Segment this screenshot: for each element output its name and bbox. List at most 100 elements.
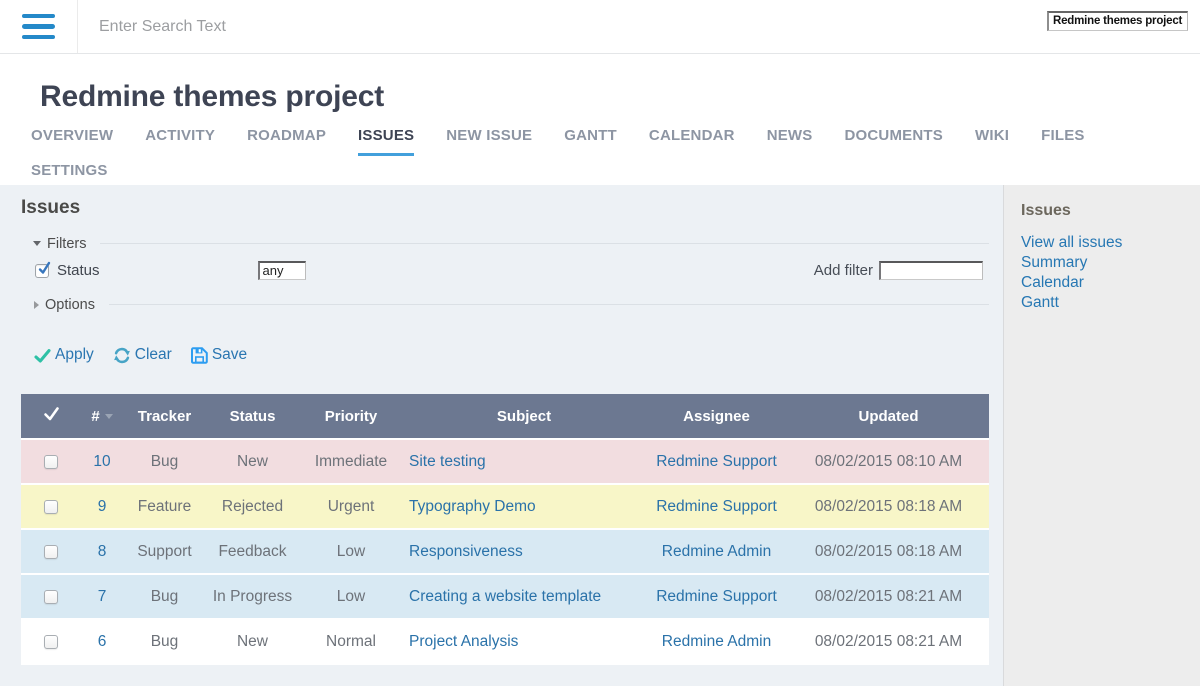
id-cell: 9 (81, 485, 123, 530)
tracker-cell: Support (123, 530, 206, 575)
tab-gantt[interactable]: GANTT (564, 121, 617, 150)
issue-row-6: 6BugNewNormalProject AnalysisRedmine Adm… (21, 620, 989, 665)
tab-activity[interactable]: ACTIVITY (145, 121, 215, 150)
sidebar-link-summary[interactable]: Summary (1021, 253, 1190, 273)
tab-documents[interactable]: DOCUMENTS (845, 121, 943, 150)
status-filter-checkbox[interactable] (35, 264, 49, 278)
subject-cell: Typography Demo (403, 485, 645, 530)
assignee-cell: Redmine Support (645, 485, 788, 530)
sidebar-title: Issues (1021, 202, 1190, 220)
updated-cell: 08/02/2015 08:21 AM (788, 575, 989, 620)
row-checkbox[interactable] (44, 500, 58, 514)
column-header-assignee[interactable]: Assignee (645, 394, 788, 440)
row-checkbox[interactable] (44, 590, 58, 604)
column-header-tracker[interactable]: Tracker (123, 394, 206, 440)
sidebar-link-view-all-issues[interactable]: View all issues (1021, 233, 1190, 253)
sidebar-link-calendar[interactable]: Calendar (1021, 273, 1190, 293)
column-header-updated[interactable]: Updated (788, 394, 989, 440)
hamburger-bar (22, 14, 55, 19)
apply-button[interactable]: Apply (34, 346, 94, 364)
sidebar-links: View all issuesSummaryCalendarGantt (1021, 233, 1190, 313)
select-all-header[interactable] (21, 394, 81, 440)
hamburger-menu-button[interactable] (0, 0, 78, 53)
issue-subject-link[interactable]: Responsiveness (409, 543, 523, 560)
project-header: Redmine themes project OVERVIEWACTIVITYR… (0, 54, 1200, 185)
project-jump-select[interactable]: Redmine themes project (1047, 11, 1188, 31)
checkbox-cell (21, 530, 81, 575)
table-header-row: # Tracker Status Priority Subject Assign… (21, 394, 989, 440)
status-cell: Feedback (206, 530, 299, 575)
check-icon (34, 347, 51, 364)
row-checkbox[interactable] (44, 455, 58, 469)
add-filter-label: Add filter (814, 262, 873, 279)
checkbox-cell (21, 575, 81, 620)
tab-calendar[interactable]: CALENDAR (649, 121, 735, 150)
collapse-triangle-icon[interactable] (33, 241, 41, 246)
hamburger-bar (22, 24, 55, 29)
status-cell: New (206, 620, 299, 665)
tab-new-issue[interactable]: NEW ISSUE (446, 121, 532, 150)
priority-cell: Urgent (299, 485, 403, 530)
issue-assignee-link[interactable]: Redmine Support (656, 453, 777, 470)
subject-cell: Project Analysis (403, 620, 645, 665)
column-header-status[interactable]: Status (206, 394, 299, 440)
sort-desc-icon (105, 414, 113, 419)
issue-id-link[interactable]: 9 (98, 498, 107, 515)
tab-issues[interactable]: ISSUES (358, 121, 414, 156)
issue-subject-link[interactable]: Site testing (409, 453, 486, 470)
assignee-cell: Redmine Admin (645, 530, 788, 575)
issue-assignee-link[interactable]: Redmine Admin (662, 633, 771, 650)
issue-id-link[interactable]: 6 (98, 633, 107, 650)
filters-section-header: Filters (21, 235, 989, 252)
updated-cell: 08/02/2015 08:18 AM (788, 485, 989, 530)
tab-settings[interactable]: SETTINGS (31, 156, 108, 185)
priority-cell: Low (299, 575, 403, 620)
tab-roadmap[interactable]: ROADMAP (247, 121, 326, 150)
checkmark-icon (37, 261, 52, 277)
clear-button[interactable]: Clear (113, 346, 172, 364)
sidebar-link-gantt[interactable]: Gantt (1021, 293, 1190, 313)
issue-assignee-link[interactable]: Redmine Support (656, 498, 777, 515)
expand-triangle-icon[interactable] (34, 301, 39, 309)
issue-assignee-link[interactable]: Redmine Admin (662, 543, 771, 560)
column-header-subject[interactable]: Subject (403, 394, 645, 440)
status-filter-label: Status (57, 262, 100, 279)
save-button[interactable]: Save (191, 346, 247, 364)
priority-cell: Low (299, 530, 403, 575)
add-filter-select[interactable] (879, 261, 983, 280)
status-operator-select[interactable]: any (258, 261, 306, 280)
assignee-cell: Redmine Support (645, 440, 788, 485)
tracker-cell: Feature (123, 485, 206, 530)
issue-row-7: 7BugIn ProgressLowCreating a website tem… (21, 575, 989, 620)
tab-wiki[interactable]: WIKI (975, 121, 1009, 150)
column-header-id[interactable]: # (81, 394, 123, 440)
hamburger-bar (22, 35, 55, 40)
issue-assignee-link[interactable]: Redmine Support (656, 588, 777, 605)
options-legend[interactable]: Options (45, 297, 95, 313)
issue-subject-link[interactable]: Project Analysis (409, 633, 518, 650)
issues-table-body: 10BugNewImmediateSite testingRedmine Sup… (21, 440, 989, 665)
issue-row-9: 9FeatureRejectedUrgentTypography DemoRed… (21, 485, 989, 530)
issue-id-link[interactable]: 10 (93, 453, 110, 470)
tracker-cell: Bug (123, 620, 206, 665)
top-bar: Redmine themes project (0, 0, 1200, 54)
filters-legend[interactable]: Filters (47, 236, 86, 252)
issue-subject-link[interactable]: Typography Demo (409, 498, 536, 515)
tab-overview[interactable]: OVERVIEW (31, 121, 113, 150)
row-checkbox[interactable] (44, 545, 58, 559)
issue-id-link[interactable]: 8 (98, 543, 107, 560)
subject-cell: Responsiveness (403, 530, 645, 575)
issue-id-link[interactable]: 7 (98, 588, 107, 605)
row-checkbox[interactable] (44, 635, 58, 649)
assignee-cell: Redmine Admin (645, 620, 788, 665)
search-input[interactable] (97, 0, 617, 53)
save-icon (191, 347, 208, 364)
tracker-cell: Bug (123, 575, 206, 620)
main-content: Issues Filters Status any Add filter Opt… (0, 185, 1003, 686)
subject-cell: Creating a website template (403, 575, 645, 620)
issue-subject-link[interactable]: Creating a website template (409, 588, 601, 605)
tab-news[interactable]: NEWS (767, 121, 813, 150)
tab-files[interactable]: FILES (1041, 121, 1085, 150)
filters-rule (100, 243, 989, 244)
column-header-priority[interactable]: Priority (299, 394, 403, 440)
